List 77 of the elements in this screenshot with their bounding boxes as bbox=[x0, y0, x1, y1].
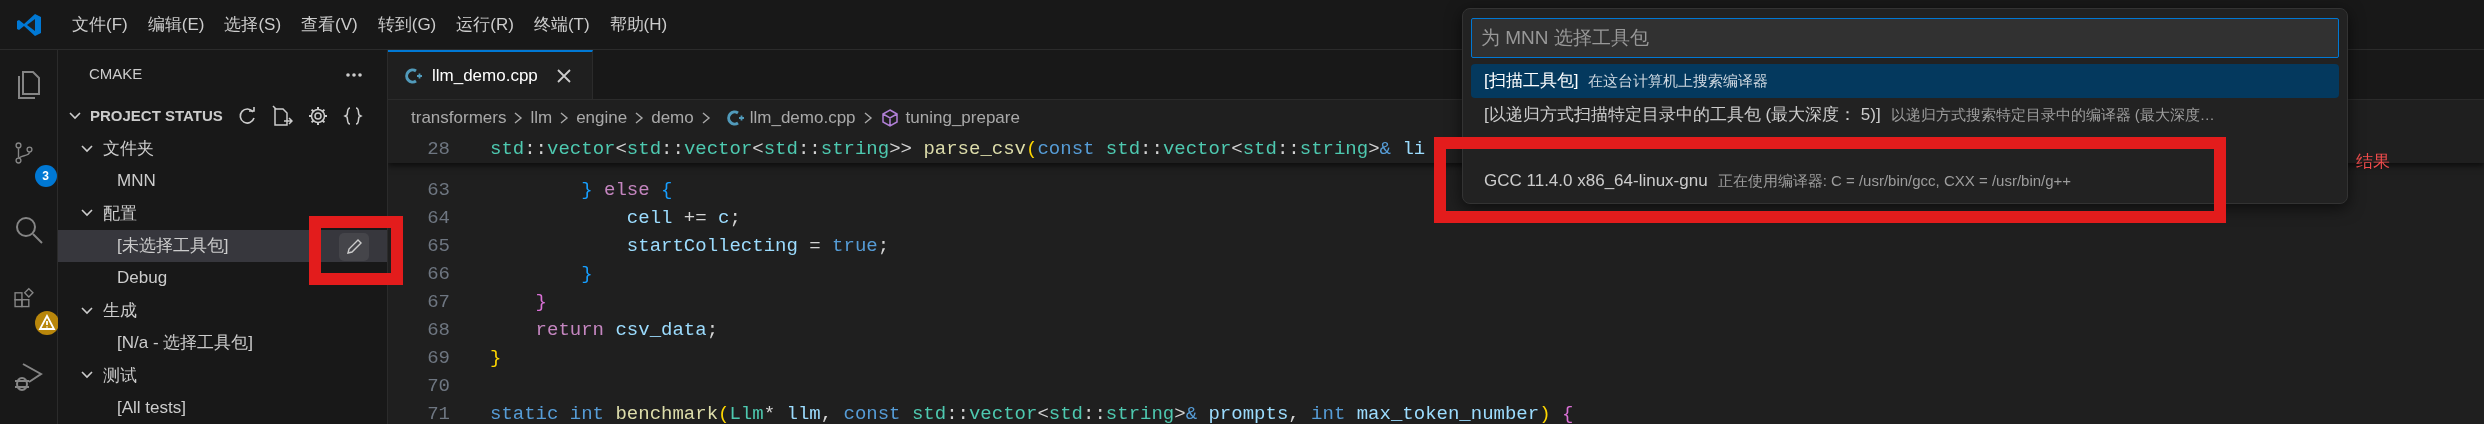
debug-icon[interactable] bbox=[12, 360, 45, 394]
line-number: 69 bbox=[426, 345, 450, 371]
item-label: GCC 11.4.0 x86_64-linux-gnu bbox=[1484, 170, 1708, 193]
chevron-right-icon bbox=[700, 110, 711, 125]
breadcrumb-item[interactable]: llm_demo.cpp bbox=[717, 104, 856, 131]
menu-item[interactable]: 运行(R) bbox=[446, 11, 524, 38]
menu-item[interactable]: 文件(F) bbox=[62, 11, 138, 38]
menu-item[interactable]: 帮助(H) bbox=[599, 11, 678, 38]
code-line: } bbox=[490, 345, 502, 371]
breadcrumb-item[interactable]: demo bbox=[651, 104, 694, 131]
line-number: 65 bbox=[426, 233, 450, 259]
code-line: } bbox=[534, 289, 547, 315]
line-number: 66 bbox=[426, 261, 450, 287]
item-description: 以递归方式搜索特定目录中的编译器 (最大深度… bbox=[1890, 104, 2215, 125]
menu-item[interactable]: 终端(T) bbox=[523, 11, 600, 38]
line-number: 68 bbox=[426, 317, 450, 343]
menu-item[interactable]: 编辑(E) bbox=[137, 11, 215, 38]
code-line: } else { bbox=[580, 177, 673, 203]
breadcrumb-item[interactable]: engine bbox=[576, 104, 628, 131]
code-line: static int benchmark(Llm* llm, const std::vector<std::string>& prompts, int max_token_number) { bbox=[490, 401, 1574, 424]
code-line: return csv_data; bbox=[534, 317, 719, 343]
tree-item[interactable]: 测试 bbox=[58, 359, 387, 392]
line-number: 71 bbox=[426, 401, 450, 424]
menu-item[interactable]: 选择(S) bbox=[214, 11, 292, 38]
line-number: 70 bbox=[426, 373, 450, 399]
tree-item[interactable]: [未选择工具包] bbox=[58, 229, 387, 262]
cpp-file-icon bbox=[725, 108, 744, 127]
tree-item[interactable]: 文件夹 bbox=[58, 132, 387, 165]
chevron-right-icon bbox=[513, 110, 524, 125]
chevron-right-icon bbox=[634, 110, 645, 125]
code-line: } bbox=[580, 261, 593, 287]
app-logo-icon bbox=[16, 11, 42, 38]
chevron-right-icon bbox=[862, 110, 873, 125]
menu-item[interactable]: 查看(V) bbox=[291, 11, 368, 38]
breadcrumb-item[interactable]: transformers bbox=[411, 104, 507, 131]
breadcrumb-item[interactable]: tuning_prepare bbox=[879, 104, 1020, 131]
line-number: 28 bbox=[426, 136, 450, 162]
tab-label: llm_demo.cpp bbox=[432, 64, 538, 87]
more-icon bbox=[345, 71, 363, 78]
cube-icon bbox=[879, 107, 900, 128]
settings-icon bbox=[306, 104, 329, 127]
search-field[interactable]: 为 MNN 选择工具包 bbox=[1471, 18, 2339, 58]
item-description: 在这台计算机上搜索编译器 bbox=[1588, 70, 1769, 91]
quick-pick-item[interactable]: [扫描工具包] 在这台计算机上搜索编译器 bbox=[1471, 64, 2339, 98]
menu-item[interactable]: 转到(G) bbox=[367, 11, 447, 38]
file-export-icon bbox=[270, 104, 293, 127]
tree-item[interactable]: [N/a - 选择工具包] bbox=[58, 326, 387, 360]
tree-item[interactable]: MNN bbox=[58, 164, 387, 198]
quick-pick-item[interactable]: [以递归方式扫描特定目录中的工具包 (最大深度： 5)] 以递归方式搜索特定目录中的编译器 (最大深度… bbox=[1471, 98, 2339, 132]
item-label: [以递归方式扫描特定目录中的工具包 (最大深度： 5)] bbox=[1484, 104, 1881, 127]
editor-tab[interactable]: llm_demo.cpp bbox=[388, 50, 593, 99]
edit-button[interactable] bbox=[339, 232, 369, 261]
quick-pick-item[interactable]: GCC 11.4.0 x86_64-linux-gnu 正在使用编译器: C = /usr/bin/gcc, CXX = /usr/bin/g++ bbox=[1471, 164, 2339, 198]
line-number: 64 bbox=[426, 205, 450, 231]
close-icon[interactable] bbox=[555, 67, 572, 84]
braces-icon bbox=[342, 105, 363, 126]
code-line: cell += c; bbox=[625, 205, 741, 231]
code-line: startCollecting = true; bbox=[625, 233, 890, 259]
line-number: 67 bbox=[426, 289, 450, 315]
sidebar-title: CMAKE bbox=[89, 64, 143, 85]
item-description: 正在使用编译器: C = /usr/bin/gcc, CXX = /usr/bin/g++ bbox=[1717, 170, 2072, 191]
breadcrumb-item[interactable]: llm bbox=[530, 104, 553, 131]
tree-item[interactable]: Debug bbox=[58, 262, 387, 295]
code-line: std::vector<std::vector<std::string>> parse_csv(const std::vector<std::string>& li bbox=[490, 136, 1426, 162]
notification-badge: 3 bbox=[34, 165, 57, 187]
pencil-icon bbox=[345, 237, 363, 256]
tree-item[interactable]: 配置 bbox=[58, 197, 387, 230]
diagnostic-text: 结果 bbox=[2356, 151, 2390, 173]
section-title: PROJECT STATUS bbox=[90, 105, 223, 126]
line-number: 63 bbox=[426, 177, 450, 203]
tree-item[interactable]: 生成 bbox=[58, 294, 387, 327]
chevron-right-icon bbox=[559, 110, 570, 125]
item-label: [扫描工具包] bbox=[1484, 70, 1579, 93]
tree-item[interactable]: [All tests] bbox=[58, 391, 387, 424]
branch-icon[interactable] bbox=[12, 141, 35, 165]
cpp-file-icon bbox=[404, 66, 422, 85]
section-header[interactable]: PROJECT STATUS bbox=[58, 99, 387, 133]
